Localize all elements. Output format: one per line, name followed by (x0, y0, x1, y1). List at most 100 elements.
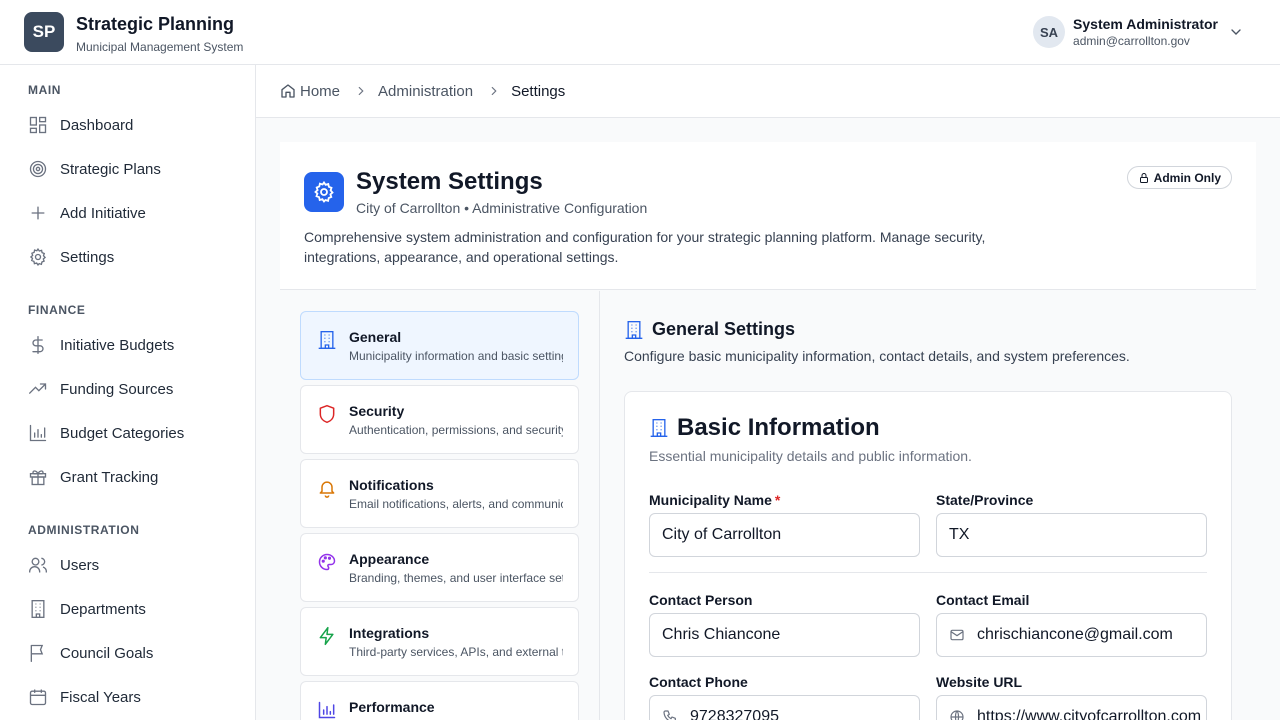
admin-only-badge: Admin Only (1126, 166, 1232, 189)
building-icon (318, 331, 336, 349)
sidebar-item-label: Funding Sources (60, 380, 174, 398)
sidebar-item-fiscal-years[interactable]: Fiscal Years (28, 681, 238, 713)
bell-icon (319, 481, 335, 498)
municipality-name-label: Municipality Name * (649, 492, 780, 508)
tab-label: Security (349, 403, 405, 419)
breadcrumb-home-label: Home (300, 82, 341, 100)
contact-person-input[interactable]: Chris Chiancone (649, 613, 920, 657)
sidebar-item-label: Initiative Budgets (60, 336, 175, 354)
bar-chart-icon (318, 701, 336, 719)
state-input[interactable]: TX (936, 513, 1207, 557)
app-title: Strategic Planning (76, 14, 235, 34)
dollar-icon (32, 336, 44, 354)
general-settings-panel: General Settings Configure basic municip… (600, 291, 1280, 720)
phone-icon (663, 710, 676, 720)
section-description: Configure basic municipality information… (624, 348, 1130, 364)
sidebar-item-label: Grant Tracking (60, 468, 159, 486)
user-menu[interactable]: SA System Administrator admin@carrollton… (1033, 12, 1244, 52)
tab-integrations[interactable]: Integrations Third-party services, APIs,… (300, 607, 579, 676)
plus-icon (31, 206, 45, 220)
sidebar-item-dashboard[interactable]: Dashboard (28, 109, 238, 141)
sidebar-item-label: Council Goals (60, 644, 154, 662)
tab-description: Authentication, permissions, and securit… (349, 423, 563, 437)
section-title-text: General Settings (652, 319, 796, 339)
contact-phone-input[interactable]: 9728327095 (649, 695, 920, 720)
sidebar-item-grant-tracking[interactable]: Grant Tracking (28, 461, 238, 493)
sidebar-item-label: Settings (60, 248, 115, 266)
card-title: Basic Information (649, 414, 880, 442)
user-email: admin@carrollton.gov (1073, 34, 1190, 48)
chevron-right-icon (358, 86, 364, 96)
sidebar-item-departments[interactable]: Departments (28, 593, 238, 625)
tab-label: Integrations (349, 625, 430, 641)
sidebar-item-add-initiative[interactable]: Add Initiative (28, 197, 238, 229)
gift-icon (29, 470, 47, 486)
flag-icon (30, 644, 44, 662)
building-icon (650, 419, 668, 437)
gear-icon (29, 247, 47, 266)
top-bar: SP Strategic Planning Municipal Manageme… (0, 0, 1280, 65)
dashboard-icon (29, 116, 47, 134)
tab-label: General (349, 329, 402, 345)
tab-performance[interactable]: Performance (300, 681, 579, 720)
chevron-right-icon (491, 86, 497, 96)
sidebar-item-settings[interactable]: Settings (28, 241, 238, 273)
field-label-text: Municipality Name (649, 492, 772, 508)
sidebar-section-main: MAIN (28, 83, 62, 97)
gear-icon (314, 180, 334, 203)
app-logo[interactable]: SP (24, 12, 64, 52)
website-url-label: Website URL (936, 674, 1023, 690)
zap-icon (319, 626, 334, 646)
tab-description: Branding, themes, and user interface set… (349, 571, 563, 585)
sidebar-item-label: Fiscal Years (60, 688, 141, 706)
sidebar-item-strategic-plans[interactable]: Strategic Plans (28, 153, 238, 185)
tab-description: Third-party services, APIs, and external… (349, 645, 563, 659)
sidebar-item-budget-categories[interactable]: Budget Categories (28, 417, 238, 449)
required-marker: * (774, 492, 781, 508)
avatar: SA (1033, 16, 1066, 48)
sidebar-item-label: Dashboard (60, 116, 134, 134)
sidebar-item-label: Add Initiative (60, 204, 146, 222)
tab-appearance[interactable]: Appearance Branding, themes, and user in… (300, 533, 579, 602)
contact-phone-label: Contact Phone (649, 674, 748, 690)
breadcrumb-current: Settings (511, 82, 566, 100)
tab-label: Appearance (349, 551, 430, 567)
section-title: General Settings (624, 319, 795, 340)
sidebar-item-funding-sources[interactable]: Funding Sources (28, 373, 238, 405)
contact-email-value: chrischiancone@gmail.com (977, 626, 1173, 643)
sidebar-item-initiative-budgets[interactable]: Initiative Budgets (28, 329, 238, 361)
tab-notifications[interactable]: Notifications Email notifications, alert… (300, 459, 579, 528)
settings-header-icon (304, 172, 344, 212)
settings-tabs: General Municipality information and bas… (280, 291, 600, 720)
app-subtitle: Municipal Management System (76, 40, 244, 54)
tab-security[interactable]: Security Authentication, permissions, an… (300, 385, 579, 454)
contact-person-label: Contact Person (649, 592, 753, 608)
bar-chart-icon (29, 424, 47, 442)
tab-general[interactable]: General Municipality information and bas… (300, 311, 579, 380)
admin-badge-label: Admin Only (1153, 170, 1221, 185)
shield-icon (319, 404, 335, 424)
breadcrumb: Home Administration Settings (256, 65, 1280, 118)
sidebar-item-label: Strategic Plans (60, 160, 161, 178)
palette-icon (318, 553, 336, 571)
mail-icon (950, 629, 964, 641)
state-label: State/Province (936, 492, 1034, 508)
tab-label: Notifications (349, 477, 434, 493)
breadcrumb-home[interactable]: Home (280, 83, 340, 100)
divider (649, 572, 1207, 573)
website-url-input[interactable]: https://www.cityofcarrollton.com (936, 695, 1207, 720)
building-icon (31, 600, 45, 618)
user-info: System Administrator admin@carrollton.go… (1073, 15, 1218, 49)
sidebar-item-users[interactable]: Users (28, 549, 238, 581)
municipality-name-input[interactable]: City of Carrollton (649, 513, 920, 557)
settings-header: System Settings City of Carrollton • Adm… (280, 142, 1256, 290)
globe-icon (950, 710, 964, 720)
tab-label: Performance (349, 699, 435, 715)
sidebar-item-label: Budget Categories (60, 424, 185, 442)
breadcrumb-administration[interactable]: Administration (378, 83, 473, 100)
contact-email-input[interactable]: chrischiancone@gmail.com (936, 613, 1207, 657)
calendar-icon (29, 689, 47, 706)
sidebar-item-council-goals[interactable]: Council Goals (28, 637, 238, 669)
contact-email-label: Contact Email (936, 592, 1030, 608)
trending-up-icon (29, 383, 47, 394)
